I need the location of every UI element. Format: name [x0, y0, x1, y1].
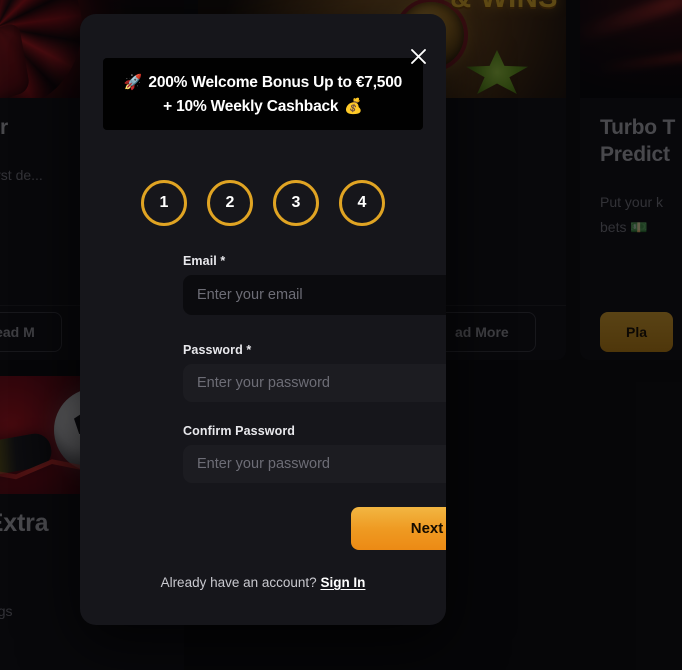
email-group: Email * [183, 254, 446, 315]
promo-banner-line-2: + 10% Weekly Cashback 💰 [163, 96, 363, 117]
step-1-label: 1 [159, 194, 169, 211]
step-2-label: 2 [225, 194, 235, 211]
next-button-row: Next [183, 507, 446, 550]
step-3[interactable]: 3 [273, 180, 319, 226]
signin-prompt-text: Already have an account? [160, 575, 317, 590]
signin-prompt: Already have an account? Sign In [80, 575, 446, 590]
rocket-icon: 🚀 [123, 73, 143, 91]
close-icon[interactable] [404, 42, 432, 70]
promo-banner-line-1: 🚀 200% Welcome Bonus Up to €7,500 [124, 72, 402, 93]
confirm-password-input-wrap [183, 445, 446, 483]
signup-form: Email * Password * [183, 254, 446, 483]
confirm-password-label: Confirm Password [183, 424, 296, 438]
password-label: Password * [183, 343, 252, 357]
email-input-wrap [183, 275, 446, 315]
confirm-password-group: Confirm Password [183, 424, 446, 483]
step-3-label: 3 [291, 194, 301, 211]
step-2[interactable]: 2 [207, 180, 253, 226]
money-bag-icon: 💰 [344, 97, 363, 115]
email-input[interactable] [183, 275, 446, 315]
promo-banner: 🚀 200% Welcome Bonus Up to €7,500 + 10% … [103, 58, 423, 130]
next-button[interactable]: Next [351, 507, 446, 550]
step-4[interactable]: 4 [339, 180, 385, 226]
promo-banner-text-2: + 10% Weekly Cashback [163, 97, 339, 115]
screen: ...ffer your first de... Read M 00 E MON… [0, 0, 682, 670]
step-1[interactable]: 1 [141, 180, 187, 226]
password-input[interactable] [183, 364, 446, 402]
promo-banner-text-1: 200% Welcome Bonus Up to €7,500 [148, 73, 403, 91]
sign-in-link[interactable]: Sign In [320, 575, 365, 590]
step-4-label: 4 [357, 194, 367, 211]
step-indicator: 1 2 3 4 [80, 180, 446, 226]
password-group: Password * [183, 343, 446, 402]
password-input-wrap [183, 364, 446, 402]
confirm-password-input[interactable] [183, 445, 446, 483]
email-label: Email * [183, 254, 226, 268]
signup-modal: 🚀 200% Welcome Bonus Up to €7,500 + 10% … [80, 14, 446, 625]
